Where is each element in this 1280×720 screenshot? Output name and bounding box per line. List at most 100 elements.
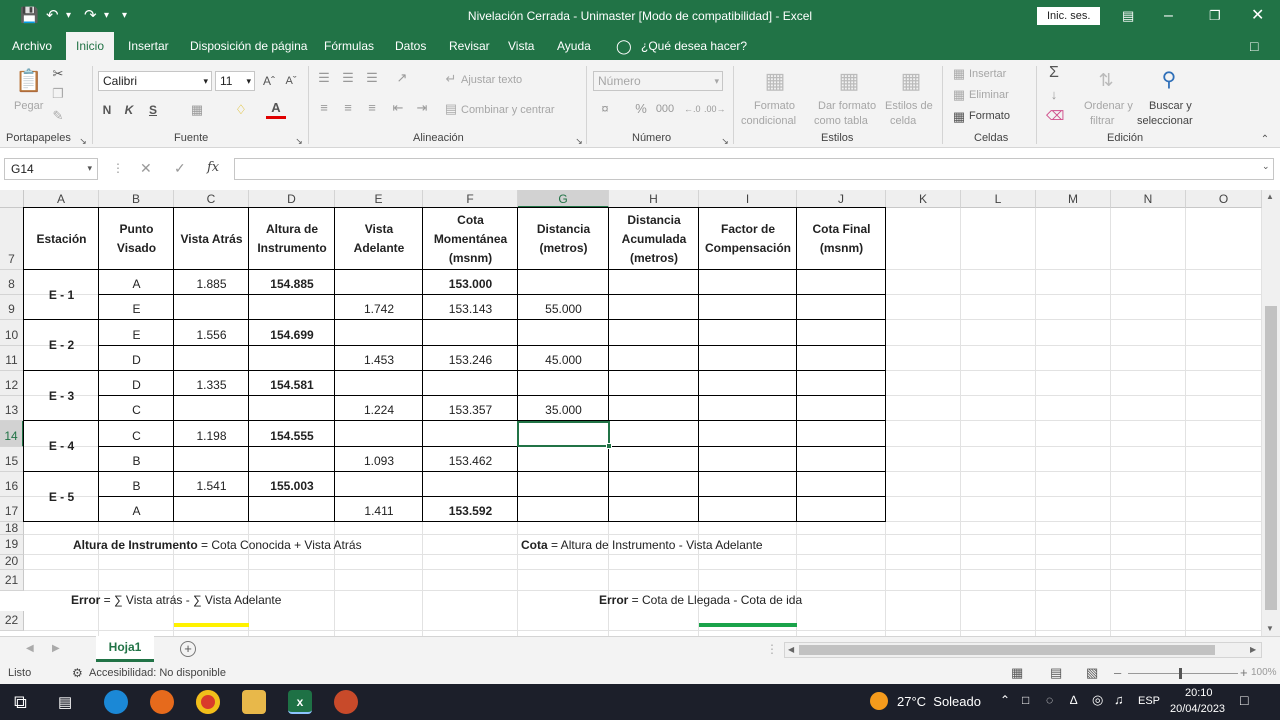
formula-input[interactable] [234, 158, 1274, 180]
altura-instrumento-cell[interactable] [249, 396, 335, 421]
sheet-tab-hoja1[interactable]: Hoja1 [96, 636, 154, 662]
tray-device-icon[interactable]: □ [1022, 693, 1029, 707]
column-header-c[interactable]: C [174, 190, 249, 208]
app-icon[interactable] [334, 690, 358, 714]
percent-icon[interactable]: % [634, 101, 648, 117]
punto-visado-cell[interactable]: E [99, 295, 174, 320]
language-indicator[interactable]: ESP [1138, 695, 1160, 707]
row-header-20[interactable]: 20 [0, 555, 24, 570]
close-icon[interactable]: ✕ [1251, 0, 1264, 32]
task-view-icon[interactable]: ▤ [58, 693, 72, 711]
decrease-indent-icon[interactable]: ⇤ [390, 100, 406, 116]
row-header-9[interactable]: 9 [0, 295, 24, 320]
row-header-11[interactable]: 11 [0, 346, 24, 371]
restore-icon[interactable]: ❐ [1209, 0, 1221, 32]
ribbon-display-icon[interactable]: ▤ [1122, 0, 1134, 32]
cut-icon[interactable]: ✂ [50, 66, 66, 82]
row-header-15[interactable]: 15 [0, 447, 24, 472]
cota-momentanea-cell[interactable] [423, 320, 518, 346]
header-vista-atras[interactable]: Vista Atrás [174, 208, 249, 270]
header-factor-compensacion[interactable]: Factor de Compensación [699, 208, 797, 270]
distancia-cell[interactable] [518, 270, 609, 295]
vista-adelante-cell[interactable]: 1.742 [335, 295, 423, 320]
tray-chevron-icon[interactable]: ⌃ [1000, 693, 1010, 707]
formula-error-cota[interactable]: Error = Cota de Llegada - Cota de ida [578, 590, 978, 611]
tab-formulas[interactable]: Fórmulas [324, 32, 374, 60]
format-as-table-button[interactable]: Dar formato [818, 100, 876, 112]
row-header-22[interactable]: 22 [0, 611, 24, 631]
cota-momentanea-cell[interactable]: 153.246 [423, 346, 518, 371]
merge-center-button[interactable]: Combinar y centrar [461, 104, 555, 116]
vista-atras-cell[interactable] [174, 497, 249, 522]
tab-archivo[interactable]: Archivo [12, 32, 52, 60]
horizontal-scrollbar[interactable]: ◀ ▶ [784, 642, 1262, 658]
vista-atras-cell[interactable] [174, 447, 249, 472]
column-header-l[interactable]: L [961, 190, 1036, 208]
borders-icon[interactable]: ▦ [186, 102, 208, 118]
cota-momentanea-cell[interactable] [423, 421, 518, 447]
prev-sheet-icon[interactable]: ◀ [26, 643, 34, 654]
vista-atras-cell[interactable] [174, 295, 249, 320]
tab-vista[interactable]: Vista [508, 32, 534, 60]
header-distancia-acumulada[interactable]: Distancia Acumulada (metros) [609, 208, 699, 270]
align-top-icon[interactable]: ☰ [316, 70, 332, 86]
vista-adelante-cell[interactable] [335, 472, 423, 497]
header-estacion[interactable]: Estación [24, 208, 99, 270]
clock-date[interactable]: 20/04/2023 [1170, 703, 1225, 715]
vista-atras-cell[interactable]: 1.556 [174, 320, 249, 346]
formula-altura-instrumento[interactable]: Altura de Instrumento = Cota Conocida + … [24, 535, 444, 555]
align-bottom-icon[interactable]: ☰ [364, 70, 380, 86]
accessibility-status[interactable]: Accesibilidad: No disponible [89, 667, 226, 679]
tab-disposicion[interactable]: Disposición de página [190, 32, 307, 60]
punto-visado-cell[interactable]: E [99, 320, 174, 346]
distancia-cell[interactable]: 45.000 [518, 346, 609, 371]
column-header-m[interactable]: M [1036, 190, 1111, 208]
tray-globe-icon[interactable]: ◎ [1092, 692, 1103, 708]
minimize-icon[interactable]: – [1164, 0, 1173, 32]
punto-visado-cell[interactable]: C [99, 421, 174, 447]
chrome-icon[interactable] [196, 690, 220, 714]
bold-button[interactable]: N [100, 102, 114, 118]
cota-momentanea-cell[interactable]: 153.143 [423, 295, 518, 320]
distancia-cell[interactable] [518, 320, 609, 346]
row-header-16[interactable]: 16 [0, 472, 24, 497]
row-header-8[interactable]: 8 [0, 270, 24, 295]
select-all-corner[interactable] [0, 190, 24, 208]
tell-me-search[interactable]: ¿Qué desea hacer? [641, 32, 747, 60]
altura-instrumento-cell[interactable] [249, 497, 335, 522]
excel-taskbar-icon[interactable]: x [288, 690, 312, 714]
row-header-13[interactable]: 13 [0, 396, 24, 421]
comma-style-icon[interactable]: 000 [654, 101, 676, 117]
header-altura-instrumento[interactable]: Altura de Instrumento [249, 208, 335, 270]
header-distancia[interactable]: Distancia (metros) [518, 208, 609, 270]
station-cell[interactable]: E - 5 [24, 472, 99, 522]
number-format-combo[interactable]: Número ▾ [593, 71, 723, 91]
comments-icon[interactable]: □ [1250, 32, 1258, 60]
cota-momentanea-cell[interactable]: 153.592 [423, 497, 518, 522]
distancia-cell[interactable] [518, 497, 609, 522]
delete-cells-button[interactable]: Eliminar [969, 89, 1009, 101]
tray-volume-icon[interactable]: ♫ [1114, 692, 1124, 707]
altura-instrumento-cell[interactable]: 154.699 [249, 320, 335, 346]
decrease-decimal-icon[interactable]: .00→ [704, 101, 726, 117]
normal-view-icon[interactable]: ▦ [1011, 665, 1023, 681]
clear-icon[interactable]: ⌫ [1046, 108, 1064, 124]
tab-inicio[interactable]: Inicio [66, 32, 115, 60]
paste-label[interactable]: Pegar [14, 100, 43, 112]
row-header-18[interactable]: 18 [0, 522, 24, 535]
zoom-in-icon[interactable]: + [1240, 665, 1248, 680]
align-center-icon[interactable]: ≡ [340, 100, 356, 116]
header-vista-adelante[interactable]: Vista Adelante [335, 208, 423, 270]
vista-adelante-cell[interactable] [335, 320, 423, 346]
punto-visado-cell[interactable]: B [99, 472, 174, 497]
vista-adelante-cell[interactable] [335, 270, 423, 295]
vista-atras-cell[interactable] [174, 396, 249, 421]
column-header-o[interactable]: O [1186, 190, 1262, 208]
tray-network-icon[interactable]: ◌ [1046, 693, 1053, 707]
cota-momentanea-cell[interactable]: 153.357 [423, 396, 518, 421]
scroll-up-icon[interactable]: ▲ [1266, 192, 1274, 201]
tab-revisar[interactable]: Revisar [449, 32, 490, 60]
horizontal-scroll-thumb[interactable] [799, 645, 1215, 655]
edge-icon[interactable] [104, 690, 128, 714]
formula-error-sum[interactable]: Error = ∑ Vista atrás - ∑ Vista Adelante [24, 590, 444, 611]
